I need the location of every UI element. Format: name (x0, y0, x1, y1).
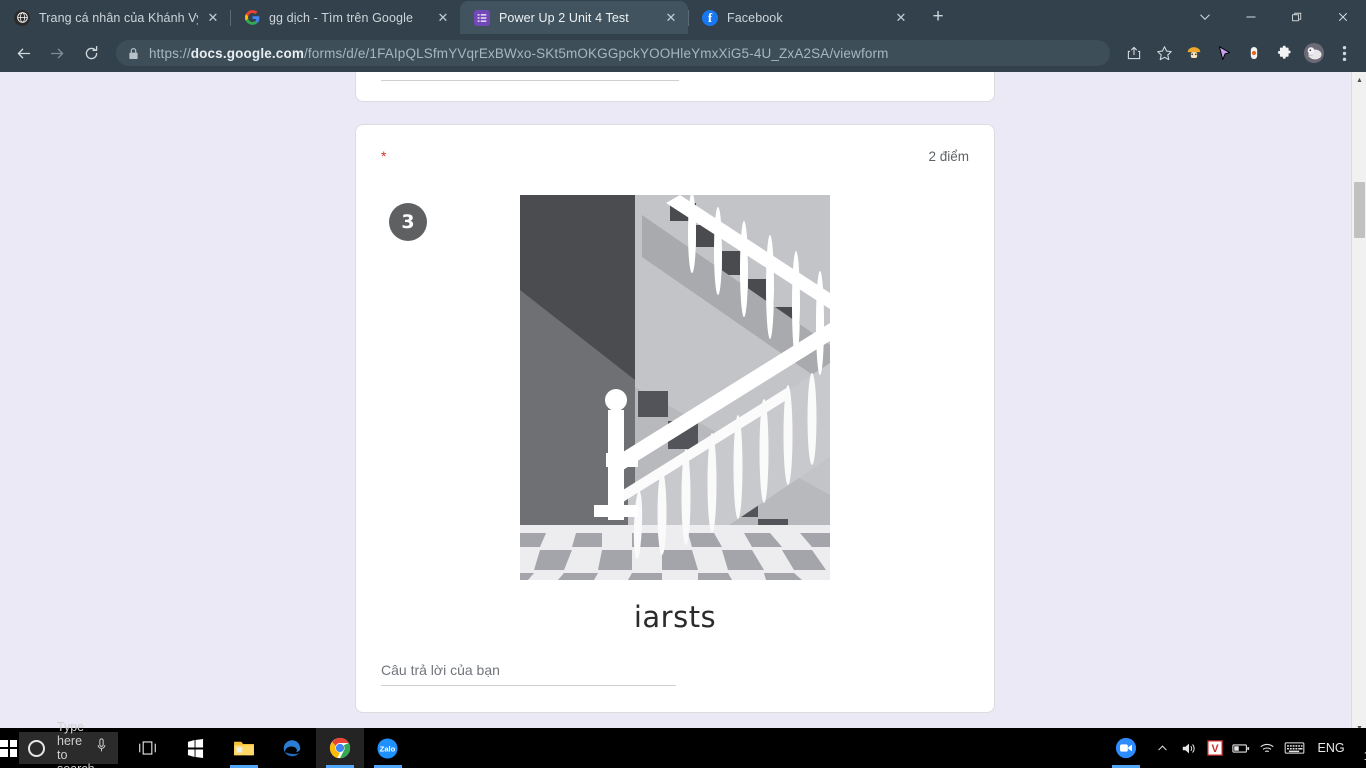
windows-taskbar: Type here to search (0, 720, 1366, 768)
battery-icon[interactable] (1228, 728, 1254, 768)
wifi-icon[interactable] (1254, 728, 1280, 768)
answer-placeholder: Câu trả lời của bạn (381, 662, 500, 678)
scrollbar-thumb[interactable] (1354, 182, 1365, 238)
window-controls (1182, 0, 1366, 34)
google-forms-icon (474, 9, 490, 26)
three-dot-menu-icon[interactable] (1330, 39, 1358, 67)
browser-tab-4[interactable]: f Facebook ✕ (688, 1, 918, 34)
close-icon[interactable]: ✕ (662, 9, 680, 27)
previous-answer-underline (381, 80, 679, 81)
microphone-icon[interactable] (95, 738, 108, 758)
browser-tab-1[interactable]: Trang cá nhân của Khánh Vy Phư ✕ (0, 1, 230, 34)
puzzle-extensions-icon[interactable] (1270, 39, 1298, 67)
facebook-icon: f (702, 9, 718, 26)
url-path: /forms/d/e/1FAIpQLSfmYVqrExBWxo-SKt5mOKG… (304, 45, 889, 61)
scrambled-word: iarsts (633, 600, 717, 634)
browser-tab-3-active[interactable]: Power Up 2 Unit 4 Test ✕ (460, 1, 688, 34)
task-view-icon[interactable] (124, 728, 172, 768)
tab-title: Facebook (727, 10, 783, 25)
tabstrip: Trang cá nhân của Khánh Vy Phư ✕ gg dịch… (0, 0, 1182, 34)
required-marker: * (381, 148, 387, 164)
tray-chevron-icon[interactable] (1150, 728, 1176, 768)
globe-icon (14, 9, 30, 26)
answer-underline (381, 685, 676, 686)
previous-question-card (355, 72, 995, 102)
cortana-icon (28, 739, 45, 757)
question-image-wrapper: 3 (381, 195, 969, 580)
close-icon[interactable]: ✕ (204, 9, 222, 27)
share-icon[interactable] (1120, 39, 1148, 67)
language-indicator[interactable]: ENG (1309, 741, 1354, 755)
bookmark-star-icon[interactable] (1150, 39, 1178, 67)
back-button[interactable] (8, 38, 38, 68)
new-tab-button[interactable]: + (924, 3, 952, 31)
keyboard-icon[interactable] (1280, 728, 1309, 768)
profile-avatar-icon[interactable] (1300, 39, 1328, 67)
url-text: https://docs.google.com/forms/d/e/1FAIpQ… (149, 46, 889, 61)
pill-extension-icon[interactable] (1240, 39, 1268, 67)
unikey-icon[interactable]: V (1202, 728, 1228, 768)
close-icon[interactable]: ✕ (434, 9, 452, 27)
svg-text:V: V (1211, 743, 1219, 755)
mushroom-extension-icon[interactable] (1180, 39, 1208, 67)
scroll-up-arrow-icon[interactable]: ▲ (1352, 72, 1366, 88)
close-icon[interactable]: ✕ (892, 9, 910, 27)
browser-toolbar: https://docs.google.com/forms/d/e/1FAIpQ… (0, 34, 1366, 72)
page-scrollbar[interactable]: ▲ ▼ (1351, 72, 1366, 736)
lock-icon (128, 47, 139, 60)
address-bar[interactable]: https://docs.google.com/forms/d/e/1FAIpQ… (116, 40, 1110, 66)
browser-tab-strip: Trang cá nhân của Khánh Vy Phư ✕ gg dịch… (0, 0, 1366, 34)
question-card: * 2 điểm 3 iarsts Câu trả lời của bạn (355, 124, 995, 713)
windows-start-icon (0, 739, 17, 757)
svg-text:Zalo: Zalo (380, 744, 396, 753)
volume-icon[interactable] (1176, 728, 1202, 768)
taskbar-app-list: Zalo (124, 728, 1150, 768)
google-chrome-icon[interactable] (315, 728, 364, 768)
url-prefix: https:// (149, 45, 191, 61)
taskbar-search-box[interactable]: Type here to search (19, 720, 118, 768)
google-form-column: * 2 điểm 3 iarsts Câu trả lời của bạn (355, 72, 995, 713)
microsoft-edge-icon[interactable] (268, 728, 316, 768)
screen: Trang cá nhân của Khánh Vy Phư ✕ gg dịch… (0, 0, 1366, 768)
reload-button[interactable] (76, 38, 106, 68)
url-domain: docs.google.com (190, 45, 304, 61)
microsoft-store-icon[interactable] (172, 728, 220, 768)
zalo-icon[interactable]: Zalo (364, 728, 412, 768)
cursor-extension-icon[interactable] (1210, 39, 1238, 67)
forward-button[interactable] (42, 38, 72, 68)
stairs-illustration (520, 195, 830, 580)
question-number-badge: 3 (389, 203, 427, 241)
file-explorer-icon[interactable] (220, 728, 268, 768)
restore-button[interactable] (1274, 0, 1320, 34)
clock[interactable]: 6:00 PM 1/18/2022 (1354, 732, 1366, 764)
close-button[interactable] (1320, 0, 1366, 34)
tab-title: Trang cá nhân của Khánh Vy Phư (39, 10, 198, 25)
tab-title: gg dịch - Tìm trên Google (269, 10, 414, 25)
start-button[interactable] (0, 728, 17, 768)
google-icon (244, 10, 260, 26)
tab-title: Power Up 2 Unit 4 Test (499, 10, 629, 25)
video-app-icon[interactable] (1102, 728, 1150, 768)
tab-search-button[interactable] (1182, 0, 1228, 34)
system-tray: V ENG (1150, 728, 1366, 768)
web-page-content: * 2 điểm 3 iarsts Câu trả lời của bạn (0, 72, 1366, 736)
browser-tab-2[interactable]: gg dịch - Tìm trên Google ✕ (230, 1, 460, 34)
question-header: * 2 điểm (381, 149, 969, 171)
minimize-button[interactable] (1228, 0, 1274, 34)
points-label: 2 điểm (928, 149, 969, 164)
answer-field[interactable]: Câu trả lời của bạn (381, 662, 676, 686)
search-placeholder: Type here to search (57, 720, 95, 768)
